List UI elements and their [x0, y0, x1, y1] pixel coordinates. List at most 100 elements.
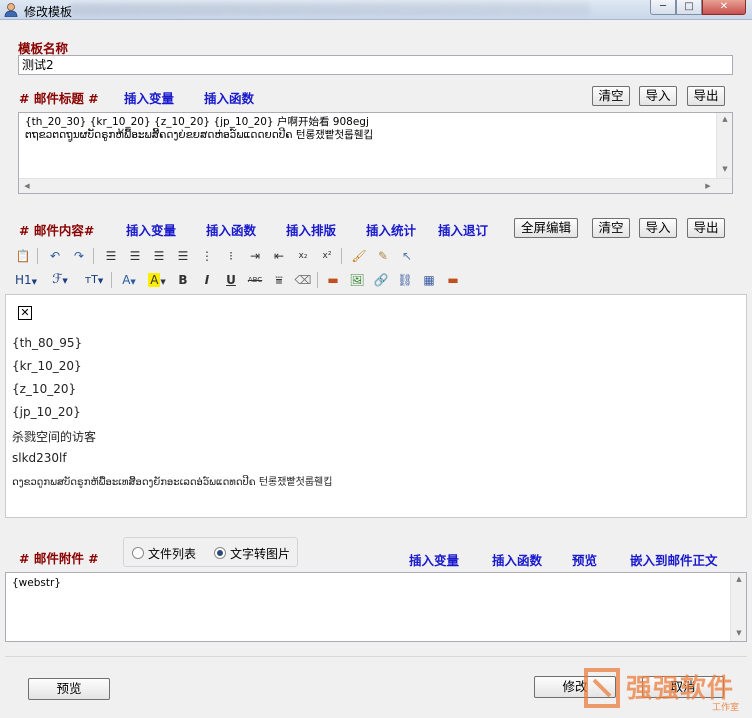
subject-horizontal-scrollbar[interactable]: ◀ ▶: [19, 178, 732, 193]
toolbar-separator: [37, 248, 38, 264]
scroll-left-arrow-icon[interactable]: ◀: [19, 182, 35, 190]
window-titlebar: 修改模板: [0, 0, 752, 20]
unordered-list-icon[interactable]: ⁝: [221, 246, 241, 266]
subject-textarea[interactable]: {th_20_30} {kr_10_20} {z_10_20} {jp_10_2…: [18, 112, 733, 194]
content-import-button[interactable]: 导入: [639, 218, 677, 238]
select-pointer-icon[interactable]: ↖: [397, 246, 417, 266]
content-insert-variable-link[interactable]: 插入变量: [126, 220, 176, 239]
watermark-subtext: 工作室: [712, 703, 740, 713]
insert-link-icon[interactable]: 🔗: [371, 270, 391, 290]
content-line: ດງຂວດູກພສບັດຣູກຫ້ພື້ອະເທສີ້ອດງຍັກອະເລດອ່…: [12, 477, 333, 488]
undo-icon[interactable]: ↶: [45, 246, 65, 266]
align-justify-icon[interactable]: ☰: [173, 246, 193, 266]
subject-insert-function-link[interactable]: 插入函数: [204, 88, 254, 107]
minimize-button[interactable]: ─: [650, 0, 676, 15]
font-color-icon[interactable]: A▼: [117, 270, 141, 290]
align-right-icon[interactable]: ☰: [149, 246, 169, 266]
text-to-image-radio[interactable]: [214, 547, 226, 559]
content-clear-button[interactable]: 清空: [592, 218, 630, 238]
insert-code-icon[interactable]: ▬: [443, 270, 463, 290]
italic-icon[interactable]: I: [197, 270, 217, 290]
outdent-icon[interactable]: ⇤: [269, 246, 289, 266]
subscript-icon[interactable]: x₂: [293, 246, 313, 266]
scroll-right-arrow-icon[interactable]: ▶: [700, 182, 716, 190]
strikethrough-icon[interactable]: ABC: [245, 270, 265, 290]
attachment-preview-link[interactable]: 预览: [572, 550, 597, 569]
redo-icon[interactable]: ↷: [69, 246, 89, 266]
subject-export-button[interactable]: 导出: [687, 86, 725, 106]
attachment-textarea[interactable]: {webstr} ▲ ▼: [5, 572, 747, 642]
heading-dropdown[interactable]: H1▼: [11, 270, 41, 290]
align-center-icon[interactable]: ☰: [125, 246, 145, 266]
horizontal-rule-icon[interactable]: ⩸: [269, 270, 289, 290]
subject-text: {th_20_30} {kr_10_20} {z_10_20} {jp_10_2…: [25, 116, 374, 141]
window-title: 修改模板: [24, 5, 73, 19]
content-editor[interactable]: ✕ {th_80_95} {kr_10_20} {z_10_20} {jp_10…: [5, 294, 747, 518]
footer-divider: [5, 656, 747, 657]
preview-button[interactable]: 预览: [28, 678, 110, 700]
ordered-list-icon[interactable]: ⋮: [197, 246, 217, 266]
text-to-image-radio-label[interactable]: 文字转图片: [230, 545, 290, 562]
content-insert-function-link[interactable]: 插入函数: [206, 220, 256, 239]
scroll-down-arrow-icon[interactable]: ▼: [731, 629, 747, 637]
attachment-vertical-scrollbar[interactable]: ▲ ▼: [730, 573, 746, 641]
clear-format-icon[interactable]: ✎: [373, 246, 393, 266]
subject-vertical-scrollbar[interactable]: ▲ ▼: [716, 113, 732, 179]
underline-icon[interactable]: U: [221, 270, 241, 290]
content-insert-unsubscribe-link[interactable]: 插入退订: [438, 220, 488, 239]
scroll-down-arrow-icon[interactable]: ▼: [717, 165, 733, 173]
content-label: # 邮件内容#: [19, 223, 95, 238]
content-line: {kr_10_20}: [12, 359, 82, 373]
embed-into-body-link[interactable]: 嵌入到邮件正文: [630, 550, 718, 569]
highlight-color-icon[interactable]: A ▼: [145, 270, 169, 290]
format-brush-icon[interactable]: 🖌: [349, 246, 369, 266]
content-export-button[interactable]: 导出: [687, 218, 725, 238]
toolbar-separator: [93, 248, 94, 264]
insert-element-icon[interactable]: ▬: [323, 270, 343, 290]
broken-image-icon: ✕: [18, 306, 32, 320]
titlebar-blurred-area: [70, 3, 590, 15]
attachment-insert-variable-link[interactable]: 插入变量: [409, 550, 459, 569]
attachment-text: {webstr}: [12, 577, 61, 589]
subject-insert-variable-link[interactable]: 插入变量: [124, 88, 174, 107]
insert-image-icon[interactable]: 🖼: [347, 270, 367, 290]
indent-icon[interactable]: ⇥: [245, 246, 265, 266]
watermark-logo: 强强软件 工作室: [582, 664, 750, 714]
file-list-radio[interactable]: [132, 547, 144, 559]
scroll-up-arrow-icon[interactable]: ▲: [717, 115, 733, 123]
attachment-label: # 邮件附件 #: [19, 551, 99, 566]
file-list-radio-label[interactable]: 文件列表: [148, 545, 196, 562]
subject-label: # 邮件标题 #: [19, 91, 99, 106]
content-insert-stats-link[interactable]: 插入统计: [366, 220, 416, 239]
attachment-insert-function-link[interactable]: 插入函数: [492, 550, 542, 569]
content-line: {jp_10_20}: [12, 405, 81, 419]
toolbar-separator: [317, 272, 318, 288]
eraser-icon[interactable]: ⌫: [293, 270, 313, 290]
paste-icon[interactable]: 📋: [13, 246, 33, 266]
app-user-icon: [4, 3, 18, 17]
subject-clear-button[interactable]: 清空: [592, 86, 630, 106]
superscript-icon[interactable]: x²: [317, 246, 337, 266]
align-left-icon[interactable]: ☰: [101, 246, 121, 266]
insert-table-icon[interactable]: ▦: [419, 270, 439, 290]
close-button[interactable]: ✕: [702, 0, 746, 15]
bold-icon[interactable]: B: [173, 270, 193, 290]
toolbar-separator: [111, 272, 112, 288]
content-line: {z_10_20}: [12, 382, 77, 396]
scroll-up-arrow-icon[interactable]: ▲: [731, 575, 747, 583]
template-name-input[interactable]: 测试2: [18, 55, 733, 75]
editor-toolbar: 📋 ↶ ↷ ☰ ☰ ☰ ☰ ⋮ ⁝ ⇥ ⇤ x₂ x² 🖌 ✎ ↖ H1▼ ℱ▼…: [5, 244, 747, 294]
watermark-box-icon: [584, 668, 620, 708]
unlink-icon[interactable]: ⛓: [395, 270, 415, 290]
font-size-dropdown[interactable]: тT▼: [79, 270, 109, 290]
fullscreen-edit-button[interactable]: 全屏编辑: [514, 218, 578, 238]
subject-import-button[interactable]: 导入: [639, 86, 677, 106]
toolbar-separator: [341, 248, 342, 264]
content-line: 杀戮空间的访客: [12, 430, 97, 444]
content-line: {th_80_95}: [12, 336, 83, 350]
font-family-dropdown[interactable]: ℱ▼: [45, 270, 75, 290]
content-insert-layout-link[interactable]: 插入排版: [286, 220, 336, 239]
attachment-mode-group: 文件列表 文字转图片: [123, 537, 298, 567]
content-line: slkd230lf: [12, 451, 67, 465]
maximize-button[interactable]: □: [676, 0, 702, 15]
